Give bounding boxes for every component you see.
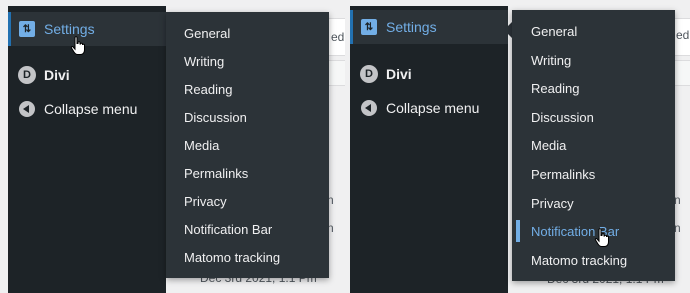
submenu-item-general[interactable]: General <box>512 17 675 45</box>
sidebar-item-divi[interactable]: D Divi <box>8 58 166 92</box>
hand-cursor-icon <box>594 228 609 247</box>
admin-sidebar: ⇅ Settings D Divi Collapse menu <box>8 6 166 293</box>
collapse-menu-button[interactable]: Collapse menu <box>350 91 508 125</box>
sidebar-item-label: Settings <box>386 19 437 35</box>
sidebar-item-settings[interactable]: ⇅ Settings <box>350 10 508 44</box>
submenu-item-writing[interactable]: Writing <box>512 46 675 74</box>
submenu-pointer-arrow <box>158 26 166 42</box>
left-screenshot-panel: ed n n Dec 3rd 2021, 1:1 Pm ⇅ Settings D… <box>0 0 345 293</box>
divi-icon: D <box>360 65 378 83</box>
sidebar-item-label: Collapse menu <box>386 100 480 116</box>
submenu-item-matomo-tracking[interactable]: Matomo tracking <box>512 246 675 274</box>
background-text: n <box>674 221 681 235</box>
divi-icon: D <box>18 66 36 84</box>
submenu-item-privacy[interactable]: Privacy <box>166 187 329 215</box>
right-screenshot-panel: ed n n Dec 3rd 2021, 1:1 Pm ⇅ Settings D… <box>345 0 690 293</box>
submenu-item-privacy[interactable]: Privacy <box>512 189 675 217</box>
sidebar-item-settings[interactable]: ⇅ Settings <box>8 12 166 46</box>
sidebar-item-label: Divi <box>386 66 412 82</box>
sidebar-item-label: Divi <box>44 67 70 83</box>
submenu-item-writing[interactable]: Writing <box>166 47 329 75</box>
submenu-item-notification-bar[interactable]: Notification Bar <box>166 215 329 243</box>
background-text: ed <box>331 30 345 44</box>
submenu-item-permalinks[interactable]: Permalinks <box>512 160 675 188</box>
submenu-item-discussion[interactable]: Discussion <box>166 103 329 131</box>
submenu-item-reading[interactable]: Reading <box>166 75 329 103</box>
submenu-item-general[interactable]: General <box>166 19 329 47</box>
sidebar-item-label: Settings <box>44 21 95 37</box>
collapse-menu-button[interactable]: Collapse menu <box>8 92 166 126</box>
submenu-item-permalinks[interactable]: Permalinks <box>166 159 329 187</box>
settings-icon: ⇅ <box>360 18 378 36</box>
collapse-icon <box>18 100 36 118</box>
background-text: ed <box>676 28 690 42</box>
background-text: n <box>674 193 681 207</box>
hand-cursor-icon <box>70 36 85 55</box>
submenu-pointer-arrow <box>504 22 512 38</box>
collapse-icon <box>360 99 378 117</box>
submenu-item-matomo-tracking[interactable]: Matomo tracking <box>166 243 329 271</box>
submenu-item-media[interactable]: Media <box>166 131 329 159</box>
submenu-item-reading[interactable]: Reading <box>512 74 675 102</box>
settings-icon: ⇅ <box>18 20 36 38</box>
submenu-item-discussion[interactable]: Discussion <box>512 103 675 131</box>
sidebar-item-label: Collapse menu <box>44 101 138 117</box>
admin-sidebar: ⇅ Settings D Divi Collapse menu <box>350 6 508 293</box>
submenu-item-media[interactable]: Media <box>512 131 675 159</box>
sidebar-item-divi[interactable]: D Divi <box>350 57 508 91</box>
settings-submenu: General Writing Reading Discussion Media… <box>166 12 329 278</box>
